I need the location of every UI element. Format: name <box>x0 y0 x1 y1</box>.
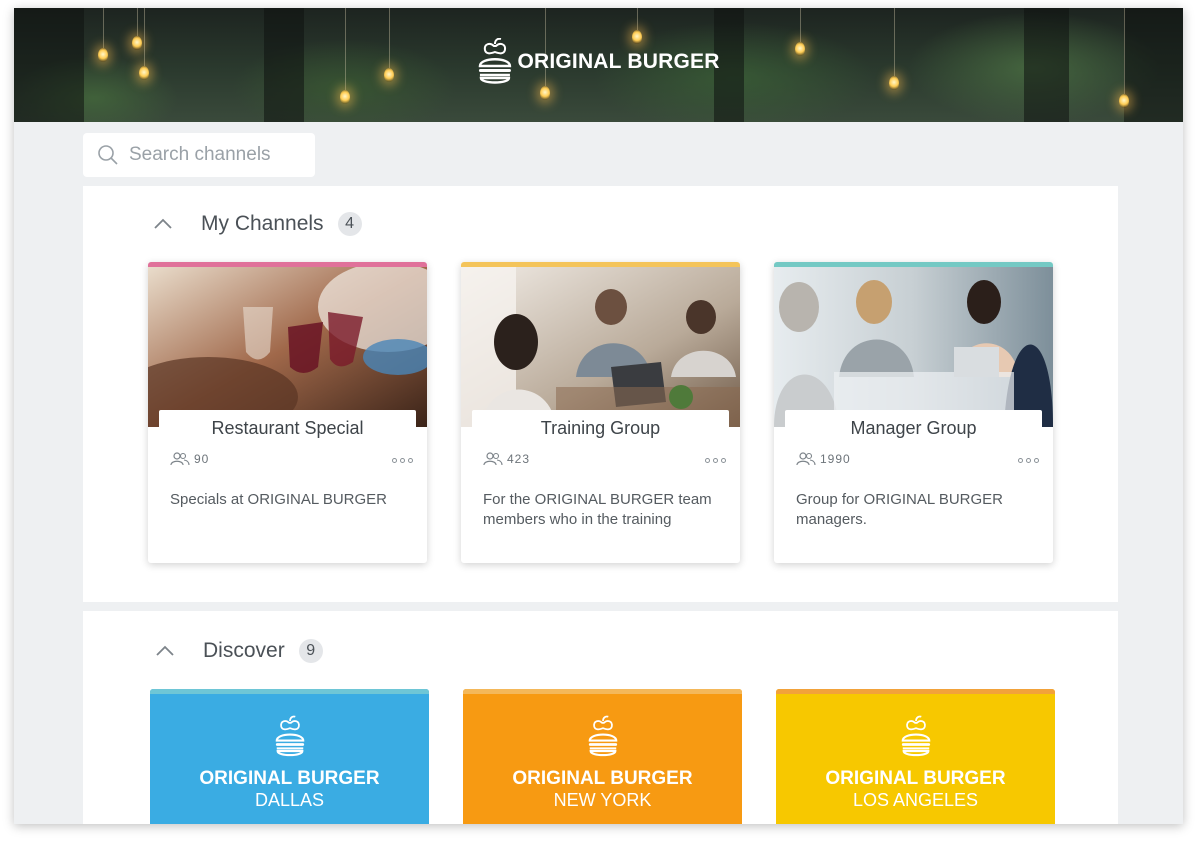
member-count-value: 423 <box>507 452 531 466</box>
discover-tile-dallas[interactable]: ORIGINAL BURGER DALLAS <box>150 689 429 824</box>
search-box[interactable] <box>83 133 315 177</box>
card-photo <box>148 267 427 427</box>
member-count: 1990 <box>796 452 851 466</box>
users-icon <box>796 452 816 466</box>
channel-card-restaurant-special[interactable]: Restaurant Special 90 Specials at ORIGIN… <box>148 262 427 563</box>
more-options-icon[interactable] <box>392 458 413 463</box>
tile-city: LOS ANGELES <box>852 790 979 810</box>
search-input[interactable] <box>129 144 309 166</box>
discover-tile-new-york[interactable]: ORIGINAL BURGER NEW YORK <box>463 689 742 824</box>
users-icon <box>170 452 190 466</box>
discover-tile-los-angeles[interactable]: ORIGINAL BURGER LOS ANGELES <box>776 689 1055 824</box>
card-photo <box>461 267 740 427</box>
discover-count-badge: 9 <box>298 639 323 663</box>
section-title: My Channels <box>201 212 324 235</box>
tile-brand: ORIGINAL BURGER <box>199 768 380 789</box>
more-options-icon[interactable] <box>1018 458 1039 463</box>
card-description: Group for ORIGINAL BURGER managers. <box>796 491 1003 528</box>
my-channels-header[interactable]: My Channels 4 <box>153 212 362 236</box>
users-icon <box>483 452 503 466</box>
tile-city: DALLAS <box>254 790 325 810</box>
card-description: For the ORIGINAL BURGER team members who… <box>483 491 712 528</box>
section-title: Discover <box>203 639 285 662</box>
header-banner: ORIGINAL BURGER <box>14 8 1183 122</box>
member-count: 423 <box>483 452 530 466</box>
search-icon <box>98 145 118 165</box>
card-description: Specials at ORIGINAL BURGER <box>170 491 388 508</box>
channel-card-training-group[interactable]: Training Group 423 For the ORIGINAL BURG… <box>461 262 740 563</box>
discover-header[interactable]: Discover 9 <box>155 639 323 663</box>
member-count-value: 90 <box>194 452 210 466</box>
tile-brand: ORIGINAL BURGER <box>512 768 693 789</box>
card-photo <box>774 267 1053 427</box>
discover-section: Discover 9 ORIGINAL BURGER DALLAS ORIGIN… <box>83 611 1118 824</box>
chevron-up-icon[interactable] <box>153 217 173 231</box>
burger-icon <box>901 715 930 757</box>
card-title: Training Group <box>472 410 729 446</box>
app-window: ORIGINAL BURGER My Channels 4 <box>14 8 1183 824</box>
burger-icon <box>478 38 511 84</box>
card-title: Restaurant Special <box>159 410 416 446</box>
tile-brand: ORIGINAL BURGER <box>825 768 1006 789</box>
chevron-up-icon[interactable] <box>155 644 175 658</box>
tile-city: NEW YORK <box>553 790 652 810</box>
burger-icon <box>275 715 304 757</box>
channel-count-badge: 4 <box>337 212 362 236</box>
member-count: 90 <box>170 452 209 466</box>
my-channels-section: My Channels 4 Restaurant Special 90 Spec… <box>83 186 1118 602</box>
brand-logo: ORIGINAL BURGER <box>477 38 719 86</box>
card-title: Manager Group <box>785 410 1042 446</box>
more-options-icon[interactable] <box>705 458 726 463</box>
member-count-value: 1990 <box>820 452 851 466</box>
burger-icon <box>588 715 617 757</box>
channel-card-manager-group[interactable]: Manager Group 1990 Group for ORIGINAL BU… <box>774 262 1053 563</box>
brand-name: ORIGINAL BURGER <box>517 50 720 73</box>
